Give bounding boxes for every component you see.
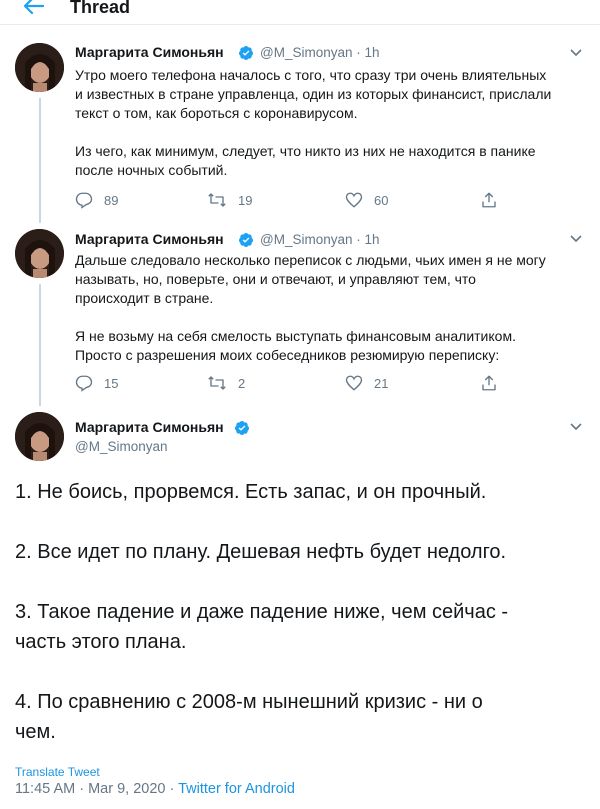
retweet-icon: [208, 193, 226, 207]
main-tweet-text: 1. Не боись, прорвемся. Есть запас, и он…: [15, 481, 509, 743]
reply-icon: [75, 192, 93, 209]
share-button[interactable]: [480, 191, 509, 209]
thread-header: Thread: [0, 0, 600, 24]
author-handle[interactable]: @M_Simonyan: [75, 439, 168, 454]
chevron-down-icon[interactable]: [569, 422, 583, 432]
author-name[interactable]: Маргарита Симоньян: [75, 419, 224, 435]
retweet-button[interactable]: 2: [207, 374, 245, 392]
tweet-timestamp[interactable]: 11:45 AM · Mar 9, 2020 ·: [15, 781, 178, 797]
thread-connector: [39, 98, 41, 223]
like-button[interactable]: 21: [345, 374, 388, 392]
like-count: 60: [374, 192, 389, 208]
author-handle[interactable]: @M_Simonyan · 1h: [260, 232, 380, 247]
avatar[interactable]: [15, 229, 64, 278]
like-button[interactable]: 60: [345, 191, 388, 209]
like-count: 21: [374, 375, 389, 391]
tweet-time: 1h: [364, 232, 380, 247]
tweet-text: Дальше следовало несколько переписок с л…: [75, 252, 546, 363]
back-arrow-icon[interactable]: [18, 0, 48, 22]
heart-icon: [345, 192, 363, 208]
tweet-time: 1h: [364, 45, 380, 60]
retweet-button[interactable]: 19: [207, 191, 252, 209]
tweet-source[interactable]: Twitter for Android: [178, 781, 295, 797]
chevron-down-icon[interactable]: [569, 48, 583, 58]
reply-icon: [75, 375, 93, 392]
chevron-down-icon[interactable]: [569, 234, 583, 244]
handle-text: @M_Simonyan: [260, 232, 353, 247]
heart-icon: [345, 375, 363, 391]
thread-connector: [39, 284, 41, 406]
handle-text: @M_Simonyan: [260, 45, 353, 60]
tweet-text: Утро моего телефона началось с того, что…: [75, 67, 552, 178]
avatar-image: [15, 229, 64, 278]
tweet-meta: 11:45 AM · Mar 9, 2020 · Twitter for And…: [15, 781, 295, 797]
avatar-image: [15, 412, 64, 461]
verified-badge-icon: [238, 46, 253, 60]
author-name[interactable]: Маргарита Симоньян: [75, 231, 224, 247]
translate-tweet-link[interactable]: Translate Tweet: [15, 765, 100, 779]
reply-count: 89: [104, 192, 119, 208]
retweet-count: 2: [238, 375, 246, 391]
retweet-icon: [208, 376, 226, 390]
share-icon: [482, 192, 496, 208]
share-icon: [482, 375, 496, 391]
share-button[interactable]: [480, 374, 509, 392]
header-divider: [0, 24, 600, 25]
avatar-image: [15, 43, 64, 92]
reply-count: 15: [104, 375, 119, 391]
reply-button[interactable]: 15: [75, 374, 118, 392]
avatar[interactable]: [15, 43, 64, 92]
reply-button[interactable]: 89: [75, 191, 118, 209]
verified-badge-icon: [238, 233, 253, 247]
avatar[interactable]: [15, 412, 64, 461]
verified-badge-icon: [234, 421, 249, 435]
author-name[interactable]: Маргарита Симоньян: [75, 44, 224, 60]
page-title: Thread: [70, 0, 131, 17]
author-handle[interactable]: @M_Simonyan · 1h: [260, 45, 380, 60]
retweet-count: 19: [238, 192, 253, 208]
